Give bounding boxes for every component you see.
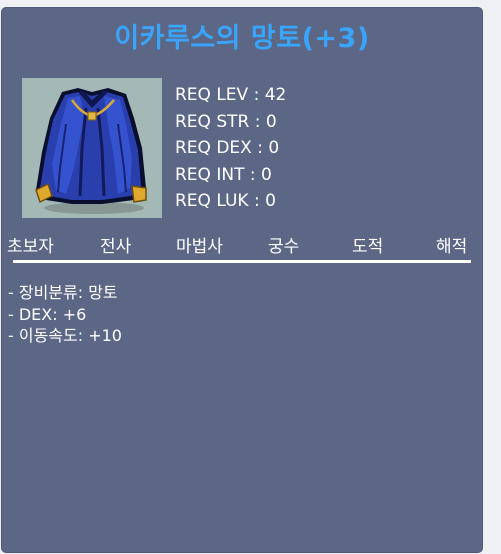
cloak-icon [35,88,147,214]
req-luk: REQ LUK : 0 [175,191,276,211]
class-pirate: 해적 [436,237,468,257]
class-magician: 마법사 [176,237,223,257]
requirements-list: REQ LEV : 42 REQ STR : 0 REQ DEX : 0 REQ… [175,82,286,215]
class-warrior: 전사 [100,237,132,257]
class-bowman: 궁수 [268,237,300,257]
job-class-row: 초보자 전사 마법사 궁수 도적 해적 [2,232,482,257]
item-name: 이카루스의 망토(+3) [114,23,370,54]
req-dex: REQ DEX : 0 [175,138,280,158]
item-stats: - 장비분류: 망토 - DEX: +6 - 이동속도: +10 [8,282,122,347]
stat-speed: - 이동속도: +10 [8,326,122,345]
class-thief: 도적 [352,237,384,257]
stat-dex: - DEX: +6 [8,304,87,324]
req-str: REQ STR : 0 [175,111,277,132]
req-level: REQ LEV : 42 [175,85,287,105]
class-beginner: 초보자 [7,237,54,257]
stat-equip-type: - 장비분류: 망토 [8,283,118,302]
divider [13,260,471,263]
req-int: REQ INT : 0 [175,164,272,185]
item-tooltip-card: 이카루스의 망토(+3) REQ LEV: 42 REQ STR: 0 RE… [2,8,482,552]
item-icon-frame [22,78,162,218]
